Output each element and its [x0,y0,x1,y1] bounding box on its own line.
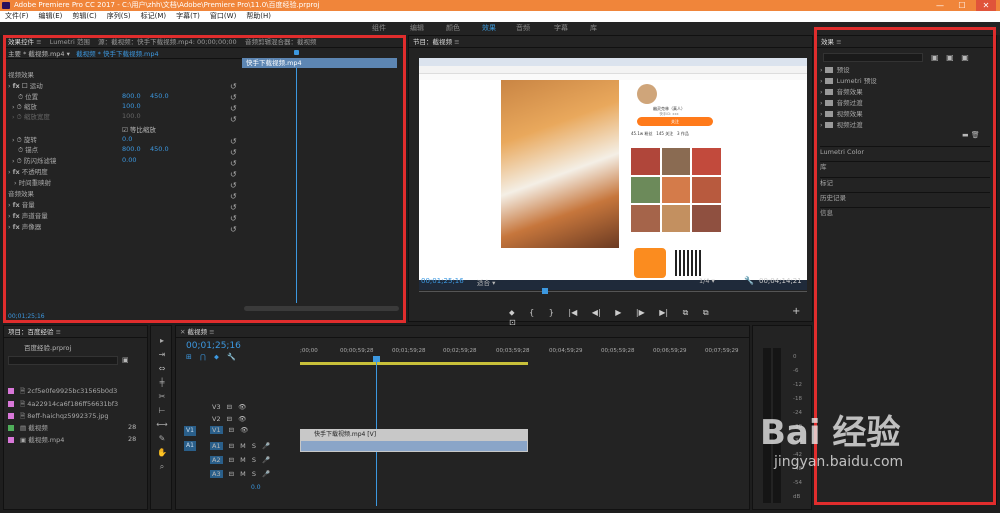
meter-bar-right [773,348,781,503]
highlight-box-effects [814,27,996,505]
menu-file[interactable]: 文件(F) [0,11,34,22]
menu-clip[interactable]: 剪辑(C) [67,11,101,22]
project-item[interactable]: 🗎 4a22914ca6f186ff56631bf3 [8,399,118,409]
profile-stats: 45.1w 粉丝 145 关注 3 作品 [631,131,689,136]
avatar [637,84,657,104]
project-item-count: 28 [128,435,137,443]
follow-button: 关注 [637,117,713,126]
project-panel: 项目：百度经验 ≡ 百度经验.prproj ▣ 🗎 2cf5e0fe9925bc… [3,325,148,510]
workspace-titles[interactable]: 字幕 [554,22,568,35]
track-a2[interactable]: A2 ⊟ M S 🎤 [210,456,290,464]
qr-code [675,250,701,276]
meter-bar-left [763,348,771,503]
track-a1[interactable]: A1 ⊟ M S 🎤 [210,442,290,450]
program-scrubber[interactable] [419,291,807,292]
bin-icon[interactable]: ▣ [122,356,129,364]
video-clip[interactable]: 快手下载视频.mp4 [V] [300,429,528,440]
workspace-color[interactable]: 颜色 [446,22,460,35]
close-button[interactable]: ✕ [976,0,996,11]
kuaishou-logo [634,248,666,278]
menu-marker[interactable]: 标记(M) [136,11,172,22]
video-frame[interactable]: 幽灵克林（真人） 快手ID: xxx 关注 45.1w 粉丝 145 关注 3 … [419,58,807,290]
add-button-icon[interactable]: + [792,306,800,317]
menu-sequence[interactable]: 序列(S) [102,11,136,22]
highlight-box-effect-controls [3,35,406,323]
menu-bar: 文件(F) 编辑(E) 剪辑(C) 序列(S) 标记(M) 字幕(T) 窗口(W) 帮助(H) [0,11,1000,22]
source-a1[interactable]: A1 [184,441,196,451]
project-item[interactable]: ▣ 截视频.mp4 [8,435,64,445]
window-title: Adobe Premiere Pro CC 2017 - C:\用户\zhh\文… [14,1,320,9]
menu-edit[interactable]: 编辑(E) [34,11,68,22]
project-item[interactable]: ▤ 截视频 [8,423,48,433]
track-v3[interactable]: V3 ⊟ 👁 [212,403,292,411]
browser-address-bar [419,66,807,74]
tools-panel: ▸ ⇥ ⇔ ╪ ✂ ⊢ ⟷ ✎ ✋ ⌕ [150,325,172,510]
track-v2[interactable]: V2 ⊟ 👁 [212,415,292,423]
master-volume[interactable]: 0.0 [251,484,261,491]
menu-help[interactable]: 帮助(H) [241,11,276,22]
project-file: 百度经验.prproj [24,344,72,352]
work-area-bar[interactable] [300,362,528,365]
menu-window[interactable]: 窗口(W) [205,11,241,22]
wrench-icon[interactable]: 🔧 [744,276,754,285]
tool-icons[interactable]: ▸ ⇥ ⇔ ╪ ✂ ⊢ ⟷ ✎ ✋ ⌕ [156,334,168,474]
title-bar: Adobe Premiere Pro CC 2017 - C:\用户\zhh\文… [0,0,1000,11]
app-icon [2,2,10,9]
workspace-editing[interactable]: 编辑 [410,22,424,35]
program-tab: 节目：截视频 ≡ [409,36,812,48]
meter-scale: 0 -6 -12 -18 -24 -30 -36 -42 -48 -54 dB [793,354,802,500]
workspace-assembly[interactable]: 组件 [372,22,386,35]
maximize-button[interactable]: ☐ [952,0,972,11]
program-playhead[interactable] [542,288,548,294]
workspace-audio[interactable]: 音频 [516,22,530,35]
workspace-libraries[interactable]: 库 [590,22,597,35]
source-v1[interactable]: V1 [184,426,196,436]
project-item[interactable]: 🗎 2cf5e0fe9925bc31565b0d3 [8,386,117,396]
timeline-playhead-head[interactable] [373,356,380,362]
workspace-effects[interactable]: 效果 [482,22,496,35]
audio-meter-panel: 0 -6 -12 -18 -24 -30 -36 -42 -48 -54 dB [752,325,812,510]
fit-dropdown[interactable]: 适合 ▾ [477,277,495,287]
browser-tabs [419,58,807,66]
project-search-input[interactable] [8,356,118,365]
video-thumbnail-tiger [501,80,619,248]
program-monitor: 节目：截视频 ≡ 幽灵克林（真人） 快手ID: xxx 关注 45.1w 粉丝 … [408,35,813,327]
timeline-timecode[interactable]: 00;01;25;16 [186,341,241,351]
program-timecode[interactable]: 00;01;25;16 [421,277,464,285]
photo-grid [631,148,721,232]
project-item[interactable]: 🗎 8eff-haichqz5992375.jpg [8,411,108,421]
timeline-tab: ✕ 截视频 ≡ [176,326,749,338]
project-item-count: 28 [128,423,137,431]
track-a3[interactable]: A3 ⊟ M S 🎤 [210,470,290,478]
track-v1[interactable]: V1 ⊟ 👁 [210,426,290,434]
audio-clip[interactable] [300,440,528,452]
project-tab: 项目：百度经验 ≡ [4,326,147,338]
program-duration: 00;04;14;21 [759,277,802,285]
menu-title[interactable]: 字幕(T) [171,11,205,22]
minimize-button[interactable]: — [930,0,950,11]
resolution-dropdown[interactable]: 1/4 ▾ [699,277,715,285]
timeline-tool-icons[interactable]: ⊞ ⋂ ⬥ 🔧 [186,353,236,362]
